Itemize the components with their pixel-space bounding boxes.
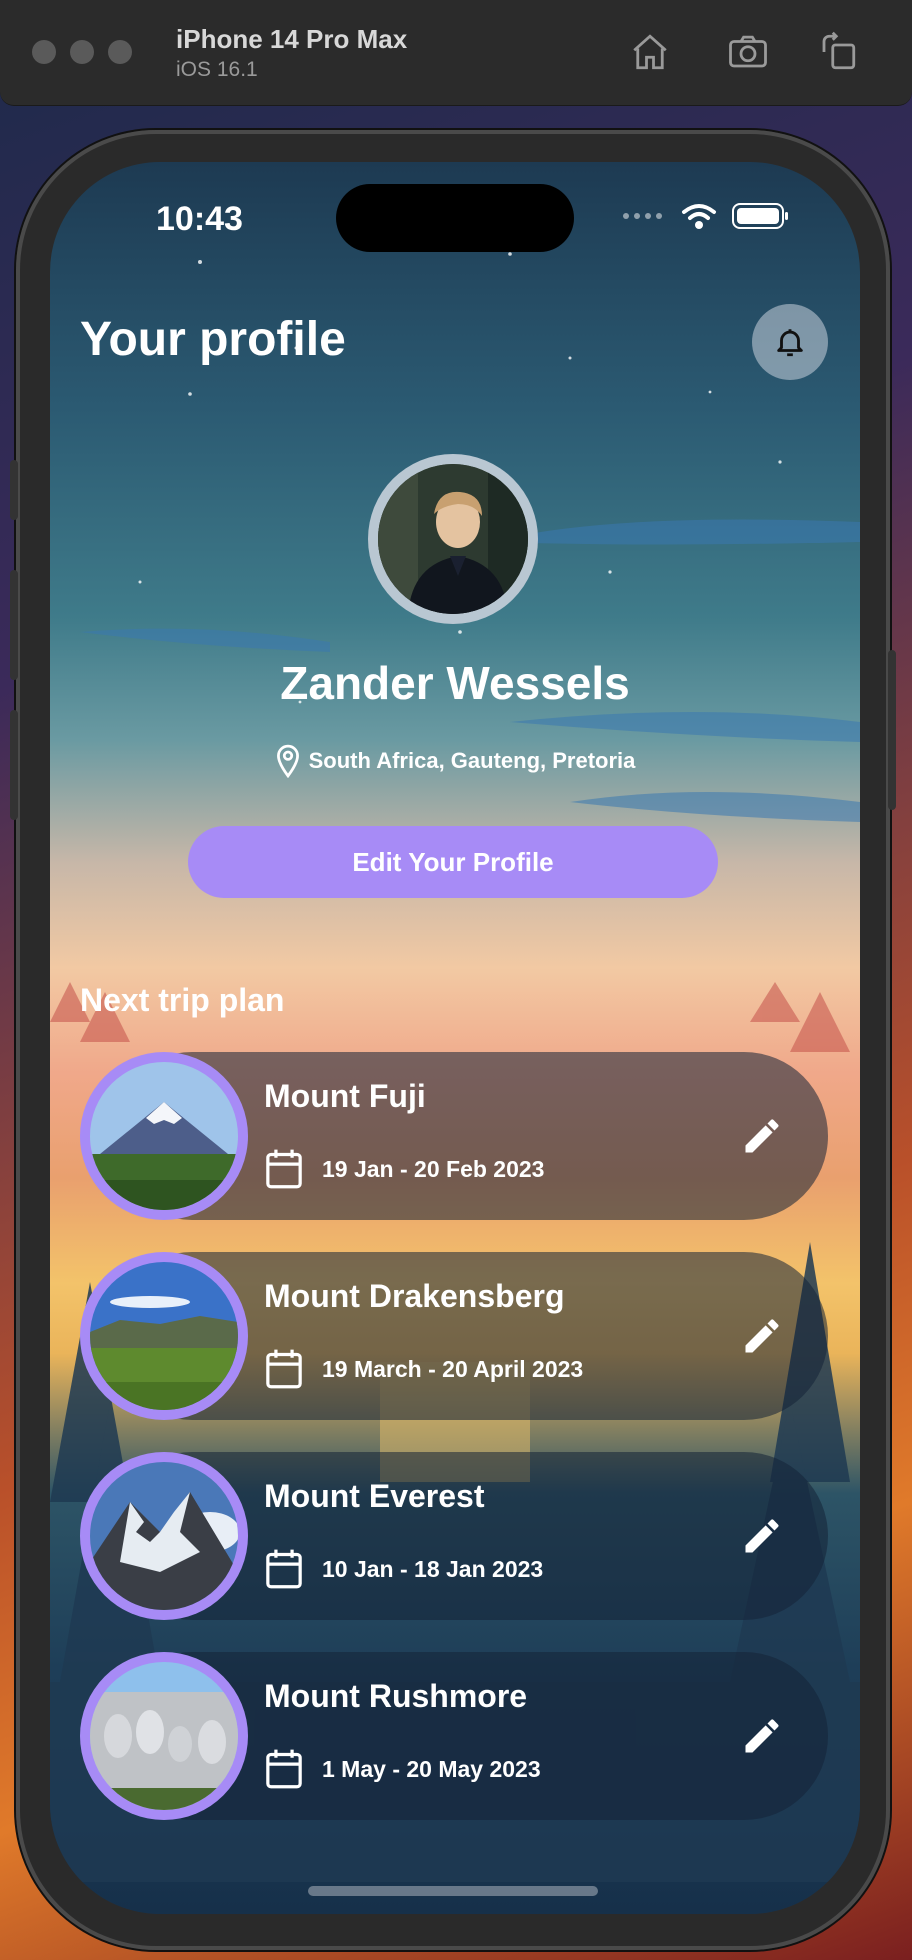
calendar-icon xyxy=(266,1749,302,1789)
avatar[interactable] xyxy=(368,454,538,624)
trip-photo xyxy=(80,1252,248,1420)
zoom-window-button[interactable] xyxy=(108,40,132,64)
location-pin-icon xyxy=(276,744,299,778)
simulator-toolbar: iPhone 14 Pro Max iOS 16.1 xyxy=(0,0,912,106)
device-name: iPhone 14 Pro Max xyxy=(176,24,408,54)
trip-photo xyxy=(80,1052,248,1220)
status-time: 10:43 xyxy=(156,200,243,238)
trip-date-row: 19 March - 20 April 2023 xyxy=(264,1348,583,1390)
avatar-photo xyxy=(378,464,528,614)
os-version: iOS 16.1 xyxy=(176,58,258,81)
calendar-icon xyxy=(266,1549,302,1589)
trip-dates: 19 March - 20 April 2023 xyxy=(322,1355,584,1382)
edit-trip-icon[interactable] xyxy=(740,1314,784,1358)
mute-switch xyxy=(10,460,18,520)
screenshot-icon xyxy=(729,35,767,68)
volume-up-button xyxy=(10,570,18,680)
volume-down-button xyxy=(10,710,18,820)
trip-date-row: 10 Jan - 18 Jan 2023 xyxy=(264,1548,543,1590)
home-button[interactable] xyxy=(626,30,674,74)
page-title: Your profile xyxy=(80,313,346,366)
location-text: South Africa, Gauteng, Pretoria xyxy=(308,748,636,773)
trip-date-row: 1 May - 20 May 2023 xyxy=(264,1748,541,1790)
screenshot-button[interactable] xyxy=(724,30,772,74)
battery-icon xyxy=(732,203,788,229)
edit-profile-button[interactable]: Edit Your Profile xyxy=(188,826,718,898)
status-icons xyxy=(622,202,790,230)
home-icon xyxy=(633,34,667,70)
trip-photo xyxy=(80,1652,248,1820)
cellular-signal-icon xyxy=(623,213,662,219)
trip-name: Mount Rushmore xyxy=(264,1678,528,1714)
trip-name: Mount Everest xyxy=(264,1478,485,1514)
profile-name: Zander Wessels xyxy=(280,657,630,709)
trip-card-drakensberg[interactable]: Mount Drakensberg 19 March - 20 April 20… xyxy=(80,1252,828,1420)
trip-dates: 1 May - 20 May 2023 xyxy=(322,1755,541,1782)
calendar-icon xyxy=(266,1149,302,1189)
edit-trip-icon[interactable] xyxy=(740,1714,784,1758)
trip-photo xyxy=(80,1452,248,1620)
trip-name: Mount Fuji xyxy=(264,1078,426,1114)
edit-trip-icon[interactable] xyxy=(740,1514,784,1558)
close-window-button[interactable] xyxy=(32,40,56,64)
profile-location: South Africa, Gauteng, Pretoria xyxy=(50,744,860,778)
minimize-window-button[interactable] xyxy=(70,40,94,64)
window-controls xyxy=(32,40,132,64)
home-indicator[interactable] xyxy=(308,1886,598,1896)
bell-icon xyxy=(777,329,803,357)
mount-rushmore-image xyxy=(90,1662,238,1810)
trip-name: Mount Drakensberg xyxy=(264,1278,565,1314)
notifications-button[interactable] xyxy=(752,304,828,380)
calendar-icon xyxy=(266,1349,302,1389)
trip-date-row: 19 Jan - 20 Feb 2023 xyxy=(264,1148,544,1190)
dynamic-island xyxy=(336,184,574,252)
trip-card-everest[interactable]: Mount Everest 10 Jan - 18 Jan 2023 xyxy=(80,1452,828,1620)
rotate-button[interactable] xyxy=(814,30,862,74)
mount-drakensberg-image xyxy=(90,1262,238,1410)
edit-trip-icon[interactable] xyxy=(740,1114,784,1158)
rotate-icon xyxy=(822,31,856,70)
power-button xyxy=(888,650,896,810)
wifi-icon xyxy=(682,204,716,229)
mount-everest-image xyxy=(90,1462,238,1610)
trip-dates: 10 Jan - 18 Jan 2023 xyxy=(322,1555,544,1582)
trips-section-title: Next trip plan xyxy=(80,982,285,1018)
trip-dates: 19 Jan - 20 Feb 2023 xyxy=(322,1155,545,1182)
trip-card-fuji[interactable]: Mount Fuji 19 Jan - 20 Feb 2023 xyxy=(80,1052,828,1220)
app-screen: 10:43 Your profile Zander Wessels South … xyxy=(50,162,860,1914)
person-silhouette xyxy=(378,464,528,614)
mount-fuji-image xyxy=(90,1062,238,1210)
trip-card-rushmore[interactable]: Mount Rushmore 1 May - 20 May 2023 xyxy=(80,1652,828,1820)
